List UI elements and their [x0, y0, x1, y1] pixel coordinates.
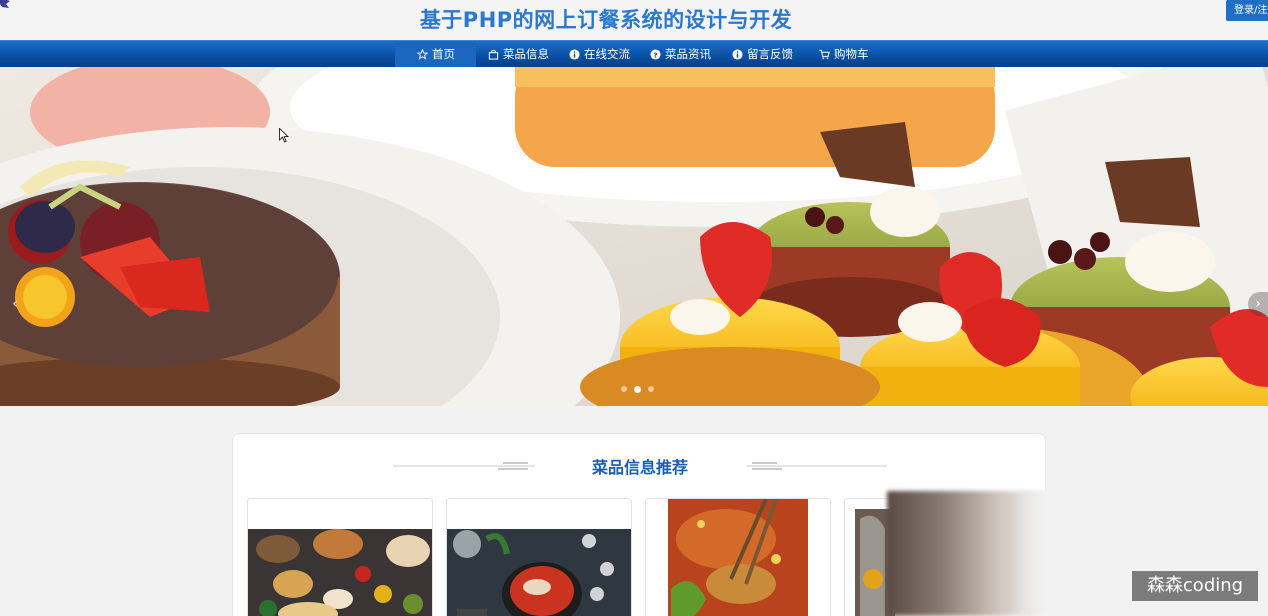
nav-item-label: 菜品信息 — [503, 46, 549, 61]
nav-item-dish-news[interactable]: ? 菜品资讯 — [650, 41, 711, 67]
carousel-dot[interactable] — [648, 386, 654, 392]
nav-item-cart[interactable]: 购物车 — [819, 41, 869, 67]
nav-item-label: 购物车 — [834, 46, 869, 61]
svg-text:?: ? — [653, 50, 657, 59]
info-icon — [732, 48, 743, 60]
dish-image — [447, 499, 631, 616]
nav-item-label: 菜品资讯 — [665, 46, 711, 61]
carousel-indicators — [621, 385, 654, 393]
bag-icon — [488, 49, 499, 60]
mouse-cursor-icon — [279, 128, 289, 143]
dish-image — [248, 499, 432, 616]
dish-image — [646, 499, 830, 616]
watermark: 森森coding — [1132, 571, 1258, 601]
dish-card[interactable] — [446, 498, 632, 616]
star-icon — [417, 48, 428, 60]
nav-item-feedback[interactable]: 留言反馈 — [732, 41, 793, 67]
nav-item-online-chat[interactable]: 在线交流 — [569, 41, 630, 67]
title-decoration-right — [747, 462, 887, 470]
info-icon — [569, 48, 580, 60]
nav-item-label: 在线交流 — [584, 46, 630, 61]
login-register-button[interactable]: 登录/注册 — [1226, 0, 1268, 21]
nav-item-label: 首页 — [432, 46, 455, 61]
header: 基于PHP的网上订餐系统的设计与开发 登录/注册 — [0, 0, 1268, 40]
question-icon: ? — [650, 48, 661, 60]
recommend-title: 菜品信息推荐 — [591, 458, 688, 477]
page: 基于PHP的网上订餐系统的设计与开发 登录/注册 首页 菜品信息 在线交流 ? … — [0, 0, 1268, 616]
dish-card[interactable] — [247, 498, 433, 616]
carousel-dot-active[interactable] — [634, 385, 641, 393]
carousel-dot[interactable] — [621, 386, 627, 392]
nav-item-home[interactable]: 首页 — [395, 41, 476, 67]
blurred-fade — [1010, 491, 1060, 616]
cart-icon — [819, 49, 830, 59]
nav-item-dishes[interactable]: 菜品信息 — [488, 41, 549, 67]
banner-image — [0, 67, 1268, 406]
site-title: 基于PHP的网上订餐系统的设计与开发 — [419, 8, 793, 32]
carousel-prev-button[interactable]: ‹ — [5, 292, 25, 316]
nav-item-label: 留言反馈 — [747, 46, 793, 61]
dish-card[interactable] — [645, 498, 831, 616]
banner-carousel[interactable]: ‹ › — [0, 67, 1268, 406]
carousel-next-button[interactable]: › — [1248, 292, 1268, 316]
main-nav: 首页 菜品信息 在线交流 ? 菜品资讯 留言反馈 购物车 — [0, 40, 1268, 67]
